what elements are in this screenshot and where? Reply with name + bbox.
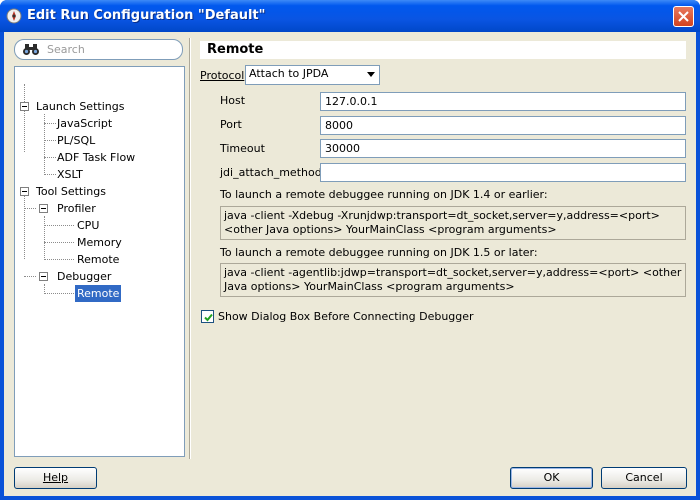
tree-item-xslt[interactable]: XSLT <box>57 166 83 183</box>
tree-item-cpu[interactable]: CPU <box>77 217 99 234</box>
tree-connector <box>44 216 45 260</box>
show-dialog-checkbox[interactable] <box>201 310 214 323</box>
help-button-label: Help <box>42 471 69 484</box>
collapse-toggle[interactable] <box>20 187 29 196</box>
tree-connector <box>24 195 25 259</box>
tree-connector <box>44 140 56 141</box>
cancel-button[interactable]: Cancel <box>601 467 687 489</box>
tree-item-javascript[interactable]: JavaScript <box>57 115 112 132</box>
tree-item-debugger-remote[interactable]: Remote <box>75 285 122 302</box>
help-button[interactable]: Help <box>14 467 97 489</box>
tree-item-profiler[interactable]: Profiler <box>57 200 96 217</box>
tree-connector <box>44 259 74 260</box>
jdk14-command: java -client -Xdebug -Xrunjdwp:transport… <box>220 206 686 240</box>
protocol-label: Protocol <box>200 69 244 82</box>
dialog-body: Search Launch Settings JavaScript PL/SQL… <box>4 32 696 496</box>
tree-connector <box>44 242 74 243</box>
tree-item-debugger[interactable]: Debugger <box>57 268 111 285</box>
jdk15-command: java -client -agentlib:jdwp=transport=dt… <box>220 263 686 297</box>
splitter[interactable] <box>189 38 191 459</box>
search-input[interactable]: Search <box>14 39 183 60</box>
jdi-attach-method-label: jdi_attach_method: <box>220 166 326 179</box>
tree-connector <box>44 174 56 175</box>
tree-item-plsql[interactable]: PL/SQL <box>57 132 95 149</box>
settings-tree[interactable]: Launch Settings JavaScript PL/SQL ADF Ta… <box>14 66 185 457</box>
host-field[interactable]: 127.0.0.1 <box>320 92 686 111</box>
show-dialog-label: Show Dialog Box Before Connecting Debugg… <box>218 310 474 323</box>
ok-button[interactable]: OK <box>510 467 593 489</box>
port-field[interactable]: 8000 <box>320 116 686 135</box>
protocol-label-text: Protocol <box>200 69 245 82</box>
chevron-down-icon <box>367 72 375 77</box>
tree-item-adf-task-flow[interactable]: ADF Task Flow <box>57 149 135 166</box>
tree-item-launch-settings[interactable]: Launch Settings <box>36 98 124 115</box>
port-label: Port <box>220 118 242 131</box>
tree-connector <box>24 208 36 209</box>
timeout-field[interactable]: 30000 <box>320 139 686 158</box>
collapse-toggle[interactable] <box>39 204 48 213</box>
tree-item-tool-settings[interactable]: Tool Settings <box>36 183 106 200</box>
tree-item-profiler-remote[interactable]: Remote <box>77 251 119 268</box>
window-title: Edit Run Configuration "Default" <box>27 8 266 23</box>
app-icon <box>6 8 22 24</box>
jdi-attach-method-field[interactable] <box>320 163 686 182</box>
close-button[interactable] <box>673 6 694 27</box>
jdk14-heading: To launch a remote debuggee running on J… <box>220 188 548 201</box>
tree-connector <box>24 276 36 277</box>
tree-connector <box>44 293 74 294</box>
section-title: Remote <box>200 41 686 59</box>
host-label: Host <box>220 94 246 107</box>
dialog-window: Edit Run Configuration "Default" Search <box>0 0 700 500</box>
title-bar[interactable]: Edit Run Configuration "Default" <box>0 0 700 32</box>
collapse-toggle[interactable] <box>20 102 29 111</box>
binoculars-icon <box>23 44 39 55</box>
timeout-label: Timeout <box>220 142 265 155</box>
tree-connector <box>44 123 56 124</box>
tree-item-memory[interactable]: Memory <box>77 234 122 251</box>
collapse-toggle[interactable] <box>39 272 48 281</box>
tree-connector <box>44 157 56 158</box>
checkmark-icon <box>204 313 213 322</box>
jdk15-heading: To launch a remote debuggee running on J… <box>220 246 538 259</box>
protocol-select-value: Attach to JPDA <box>249 67 329 80</box>
close-icon <box>678 11 689 22</box>
tree-connector <box>24 84 25 152</box>
search-placeholder: Search <box>47 43 85 56</box>
tree-connector <box>44 225 74 226</box>
protocol-select[interactable]: Attach to JPDA <box>245 65 380 85</box>
